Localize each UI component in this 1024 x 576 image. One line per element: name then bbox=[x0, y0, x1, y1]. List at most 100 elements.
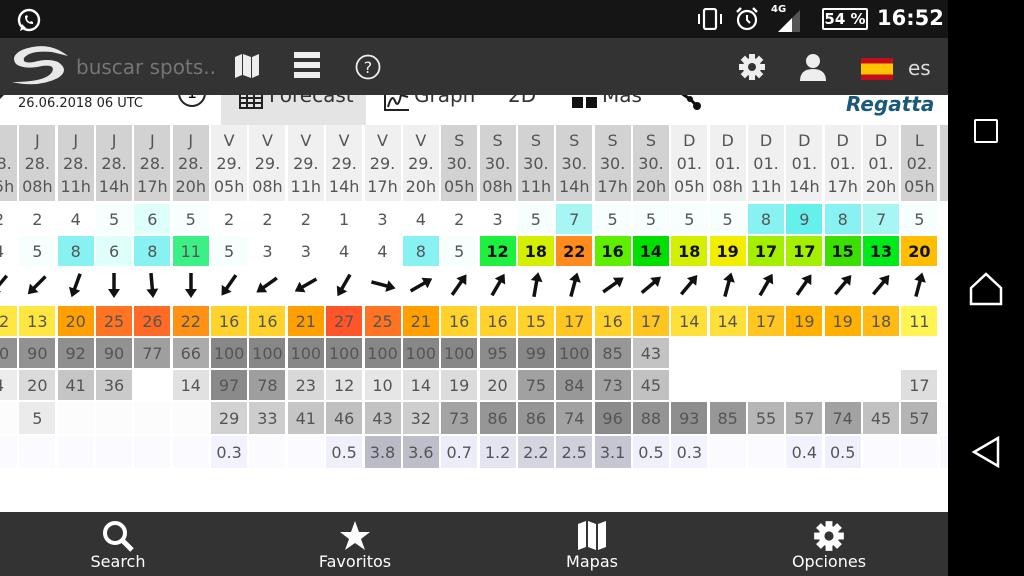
wind-speed-cell: 6 bbox=[134, 204, 171, 234]
model-run: 26.06.2018 06 UTC bbox=[18, 96, 144, 111]
wind-speed-cell: 5 bbox=[709, 204, 746, 234]
column-header: J28. 05h bbox=[0, 125, 17, 201]
wind-gust-cell: 14 bbox=[632, 236, 669, 266]
cloud-mid-cell bbox=[786, 370, 823, 400]
wind-direction-cell bbox=[786, 268, 823, 302]
menu-icon[interactable] bbox=[294, 52, 320, 78]
search-input[interactable] bbox=[76, 52, 216, 82]
cloud-low-cell: 57 bbox=[786, 402, 823, 434]
home-button[interactable] bbox=[969, 272, 1003, 306]
column-header: V 29. 05h bbox=[211, 125, 248, 201]
wind-arrow-icon bbox=[871, 275, 890, 296]
cloud-high-cell: 95 bbox=[479, 338, 516, 368]
wind-speed-cell: 5 bbox=[96, 204, 133, 234]
precipitation-cell: 0.3 bbox=[671, 436, 708, 468]
language-selector[interactable]: es bbox=[908, 56, 931, 80]
wind-speed-cell: 3 bbox=[479, 204, 516, 234]
header-hour: 17h bbox=[367, 176, 398, 196]
temperature-cell: 15 bbox=[517, 306, 554, 336]
wind-gust-cell: 19 bbox=[709, 236, 746, 266]
header-hour: 14h bbox=[328, 176, 360, 196]
recents-button[interactable] bbox=[974, 119, 998, 143]
precipitation-cell: 0.3 bbox=[211, 436, 248, 468]
temperature-cell: 25 bbox=[96, 306, 133, 336]
wind-speed-cell: 5 bbox=[172, 204, 209, 234]
user-icon[interactable] bbox=[800, 53, 826, 81]
cloud-low-cell: 57 bbox=[901, 402, 938, 434]
cloud-mid-cell: 12 bbox=[326, 370, 363, 400]
column-header: V 29. 11h bbox=[287, 125, 324, 201]
spain-flag-icon[interactable] bbox=[861, 58, 893, 80]
cloud-mid-cell: 4 bbox=[0, 370, 17, 400]
header-date: 28. bbox=[139, 153, 166, 173]
nav-mapas[interactable]: Mapas bbox=[512, 512, 672, 576]
precipitation-cell: 0.5 bbox=[824, 436, 861, 468]
wind-gust-cell: 4 bbox=[326, 236, 363, 266]
precipitation-cell bbox=[19, 436, 56, 468]
wind-speed-cell: 2 bbox=[441, 204, 478, 234]
nav-favoritos[interactable]: Favoritos bbox=[275, 512, 435, 576]
cloud-high-cell: 100 bbox=[364, 338, 401, 368]
cloud-low-cell: 86 bbox=[517, 402, 554, 434]
wind-direction-cell bbox=[211, 268, 248, 302]
wind-arrow-icon bbox=[640, 276, 661, 295]
wind-gust-cell: 3 bbox=[287, 236, 324, 266]
battery-icon: 54 % bbox=[822, 8, 868, 30]
wind-direction-cell bbox=[517, 268, 554, 302]
header-day: D bbox=[683, 130, 696, 150]
wind-gust-cell: 3 bbox=[249, 236, 286, 266]
header-day: S bbox=[645, 130, 657, 150]
header-date: 28. bbox=[0, 153, 12, 173]
wind-direction-cell bbox=[172, 268, 209, 302]
header-day: L bbox=[914, 130, 924, 150]
wind-arrow-icon bbox=[530, 272, 543, 298]
settings-icon[interactable] bbox=[738, 53, 766, 81]
temperature-cell: 17 bbox=[632, 306, 669, 336]
cloud-mid-cell: 14 bbox=[402, 370, 439, 400]
precipitation-cell bbox=[709, 436, 746, 468]
header-day: S bbox=[492, 130, 503, 150]
cloud-mid-cell bbox=[709, 370, 746, 400]
nav-opciones[interactable]: Opciones bbox=[749, 512, 909, 576]
temperature-cell: 13 bbox=[19, 306, 56, 336]
cloud-mid-cell bbox=[748, 370, 784, 400]
header-day: V bbox=[338, 130, 350, 150]
header-date: 30. bbox=[446, 153, 472, 173]
wind-arrow-icon bbox=[0, 274, 9, 295]
cloud-high-cell: 90 bbox=[19, 338, 56, 368]
temperature-cell: 12 bbox=[0, 306, 17, 336]
wind-speed-cell: 2 bbox=[0, 204, 17, 234]
header-date: 30. bbox=[638, 153, 664, 173]
map-icon[interactable] bbox=[234, 54, 260, 78]
wind-gust-cell: 18 bbox=[517, 236, 554, 266]
help-icon[interactable]: ? bbox=[355, 54, 381, 80]
cloud-low-cell bbox=[172, 402, 209, 434]
wind-gust-cell: 13 bbox=[863, 236, 900, 266]
cloud-high-cell: 100 bbox=[326, 338, 363, 368]
header-hour: 17h bbox=[827, 176, 858, 196]
back-button[interactable] bbox=[971, 436, 1001, 468]
wind-direction-cell bbox=[57, 268, 94, 302]
column-header: V 29. 20h bbox=[402, 125, 439, 201]
wind-arrow-icon bbox=[370, 280, 396, 292]
wind-arrow-icon bbox=[758, 273, 774, 297]
precipitation-cell bbox=[901, 436, 938, 468]
cloud-mid-cell bbox=[939, 370, 948, 400]
header-date: 28. bbox=[62, 153, 89, 173]
wind-gust-cell: 22 bbox=[556, 236, 593, 266]
cloud-high-cell bbox=[671, 338, 708, 368]
header-hour: 08h bbox=[482, 176, 513, 196]
cloud-mid-cell bbox=[671, 370, 708, 400]
signal-icon bbox=[778, 10, 800, 32]
wind-gust-cell: 12 bbox=[479, 236, 516, 266]
nav-search[interactable]: Search bbox=[38, 512, 198, 576]
cloud-low-cell: 73 bbox=[441, 402, 478, 434]
wind-speed-cell: 9 bbox=[786, 204, 823, 234]
cloud-mid-cell bbox=[134, 370, 171, 400]
cloud-high-cell bbox=[709, 338, 746, 368]
wind-arrow-icon bbox=[914, 272, 927, 298]
header-day: J bbox=[34, 130, 40, 150]
cloud-low-cell: 74 bbox=[824, 402, 861, 434]
wind-direction-cell bbox=[556, 268, 593, 302]
nav-label: Search bbox=[90, 552, 146, 571]
